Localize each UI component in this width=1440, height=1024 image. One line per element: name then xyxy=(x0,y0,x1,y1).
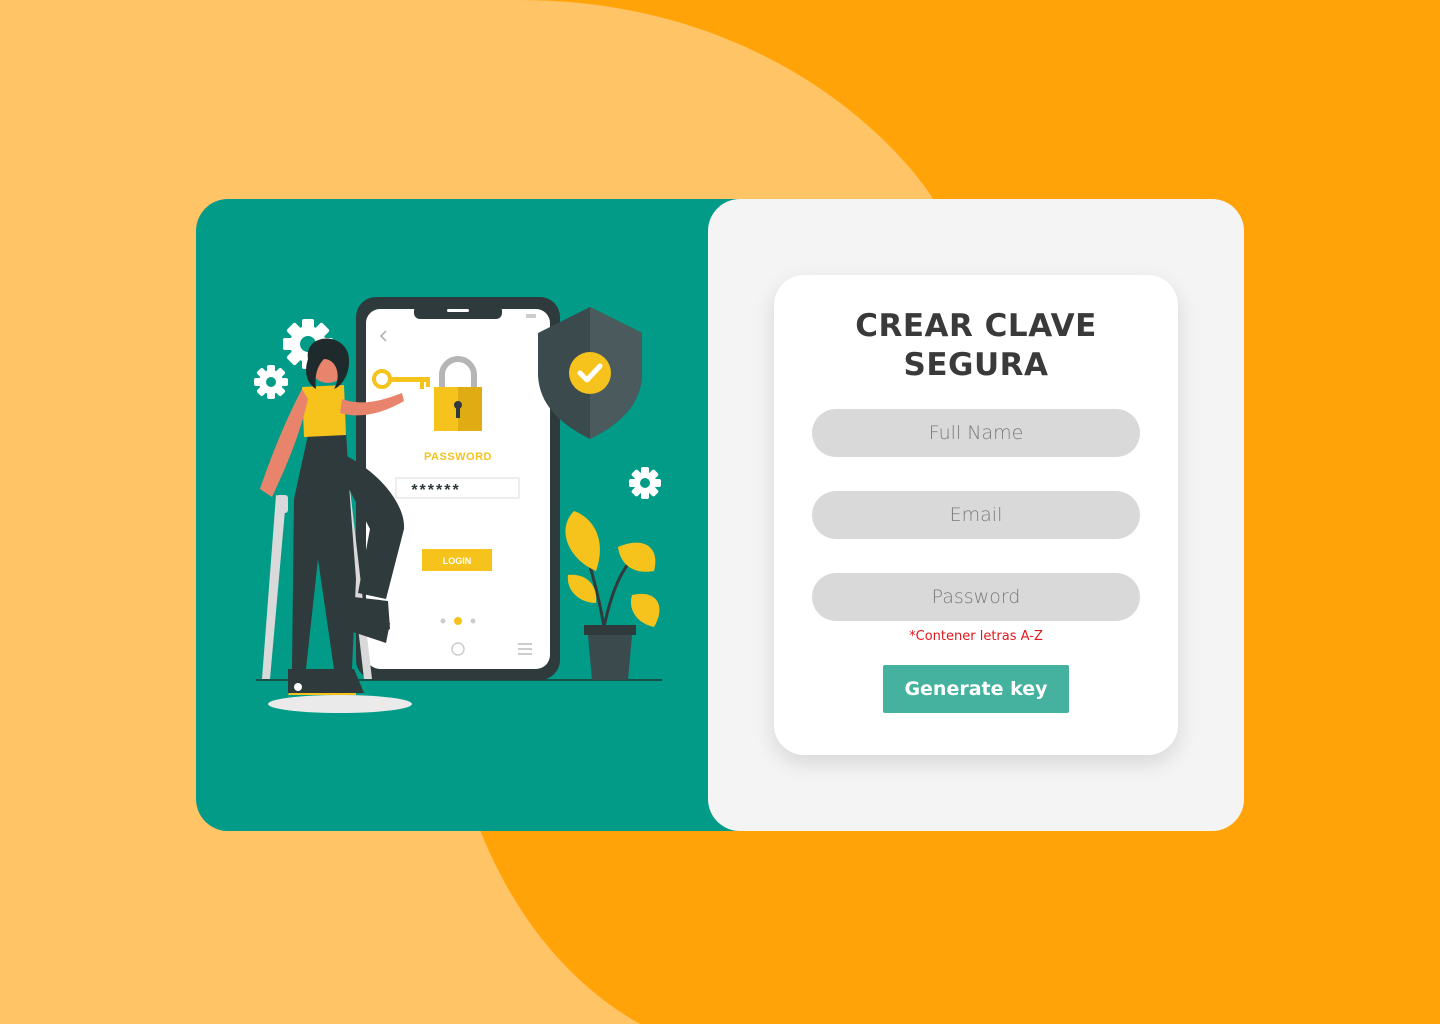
full-name-input[interactable] xyxy=(812,409,1140,457)
email-input[interactable] xyxy=(812,491,1140,539)
form-panel: CREAR CLAVE SEGURA *Contener letras A-Z … xyxy=(708,199,1244,831)
generate-key-button[interactable]: Generate key xyxy=(883,665,1069,713)
plant-icon xyxy=(565,511,660,680)
gear-icon xyxy=(629,467,661,499)
form-card: CREAR CLAVE SEGURA *Contener letras A-Z … xyxy=(774,275,1178,755)
security-illustration: PASSWORD ****** LOGIN xyxy=(254,297,662,713)
form-title-line1: CREAR CLAVE xyxy=(855,308,1097,344)
main-card: PASSWORD ****** LOGIN CREAR CLAVE SEGURA… xyxy=(196,199,1244,831)
phone-login-label: LOGIN xyxy=(443,556,472,566)
phone-password-label: PASSWORD xyxy=(424,451,492,463)
form-title: CREAR CLAVE SEGURA xyxy=(774,307,1178,385)
password-hint: *Contener letras A-Z xyxy=(909,629,1043,644)
password-input[interactable] xyxy=(812,573,1140,621)
form-title-line2: SEGURA xyxy=(903,347,1049,383)
phone-password-mask: ****** xyxy=(411,482,460,499)
floor-shadow xyxy=(268,695,412,713)
gear-icon xyxy=(254,365,288,399)
